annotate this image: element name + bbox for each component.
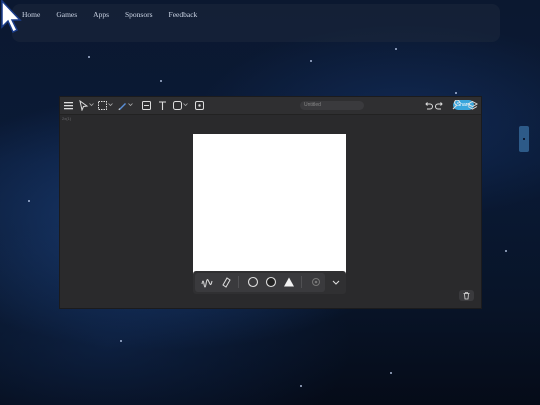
- star: [455, 92, 457, 94]
- star: [120, 340, 122, 342]
- chevron-down-icon[interactable]: [108, 102, 113, 107]
- menu-icon[interactable]: [63, 100, 74, 111]
- tab-indicator: [523, 138, 525, 140]
- select-icon[interactable]: [78, 100, 89, 111]
- gear-icon[interactable]: [310, 276, 322, 288]
- eraser-icon[interactable]: [220, 276, 232, 288]
- nav-link-apps[interactable]: Apps: [93, 10, 109, 19]
- star: [28, 200, 30, 202]
- drawing-app-window: Untitled Share 2x(1): [60, 97, 481, 308]
- editor-toolbar: Untitled Share: [60, 97, 481, 115]
- star: [395, 48, 397, 50]
- chevron-down-icon[interactable]: [128, 102, 133, 107]
- nav-link-feedback[interactable]: Feedback: [169, 10, 198, 19]
- top-navigation: Home Games Apps Sponsors Feedback: [12, 4, 500, 42]
- layers-icon[interactable]: [467, 100, 478, 111]
- trash-icon: [463, 292, 470, 300]
- star: [505, 250, 507, 252]
- ai-icon[interactable]: [194, 100, 205, 111]
- settings-icon[interactable]: [451, 100, 462, 111]
- star: [300, 385, 302, 387]
- divider: [238, 276, 239, 288]
- nav-link-games[interactable]: Games: [56, 10, 77, 19]
- star: [160, 80, 162, 82]
- zoom-label: 2x(1): [62, 116, 72, 121]
- nav-link-home[interactable]: Home: [22, 10, 40, 19]
- mouse-cursor-icon: [1, 0, 22, 34]
- side-panel-tab[interactable]: [519, 126, 529, 152]
- lasso-select-icon[interactable]: [97, 100, 108, 111]
- star: [310, 60, 312, 62]
- scribble-icon[interactable]: [201, 276, 213, 288]
- circle-outline-icon[interactable]: [247, 276, 259, 288]
- nav-links: Home Games Apps Sponsors Feedback: [22, 10, 197, 19]
- chevron-down-icon[interactable]: [183, 102, 188, 107]
- chevron-down-icon[interactable]: [89, 102, 94, 107]
- image-icon[interactable]: [141, 100, 152, 111]
- star: [88, 56, 90, 58]
- shape-icon[interactable]: [172, 100, 183, 111]
- nav-link-sponsors[interactable]: Sponsors: [125, 10, 153, 19]
- chevron-down-icon[interactable]: [330, 276, 342, 288]
- bottom-toolbar: [193, 271, 346, 294]
- text-icon[interactable]: [157, 100, 168, 111]
- undo-icon[interactable]: [423, 100, 434, 111]
- circle-filled-icon[interactable]: [265, 276, 277, 288]
- star: [390, 372, 392, 374]
- pen-icon[interactable]: [117, 100, 128, 111]
- document-title-field[interactable]: Untitled: [300, 101, 364, 110]
- triangle-icon[interactable]: [283, 276, 295, 288]
- divider: [301, 276, 302, 288]
- redo-icon[interactable]: [434, 100, 445, 111]
- drawing-canvas[interactable]: [193, 134, 346, 284]
- tool-group: [195, 273, 325, 292]
- delete-button[interactable]: [459, 290, 474, 301]
